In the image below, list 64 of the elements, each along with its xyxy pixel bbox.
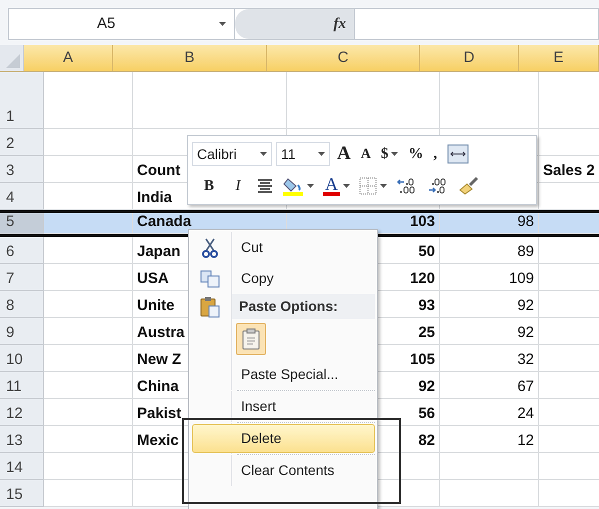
row-header[interactable]: 5	[0, 213, 44, 234]
table-cell	[539, 453, 599, 480]
borders-icon	[359, 177, 377, 195]
menu-item[interactable]: Clear Contents	[192, 456, 375, 485]
row-header[interactable]: 12	[0, 399, 44, 426]
table-cell	[539, 213, 599, 234]
table-cell	[539, 291, 599, 318]
align-center-icon	[257, 179, 273, 193]
table-cell	[539, 237, 599, 264]
menu-item[interactable]: Delete	[192, 424, 375, 453]
column-header[interactable]: E	[519, 45, 599, 71]
column-header[interactable]: A	[24, 45, 113, 71]
row-header[interactable]: 4	[0, 183, 44, 210]
table-cell	[539, 129, 599, 156]
clipboard-icon	[199, 296, 221, 318]
table-cell	[539, 426, 599, 453]
copy-icon	[200, 270, 220, 288]
row-header[interactable]: 14	[0, 453, 44, 480]
row-header[interactable]: 6	[0, 237, 44, 264]
table-cell: 89	[440, 237, 539, 264]
table-cell: 32	[440, 345, 539, 372]
table-cell: 12	[440, 426, 539, 453]
table-cell: 109	[440, 264, 539, 291]
font-size-dropdown[interactable]: 11	[276, 142, 330, 166]
row-header[interactable]: 7	[0, 264, 44, 291]
scissors-icon	[202, 238, 218, 258]
row-header[interactable]: 3	[0, 156, 44, 183]
format-button[interactable]: ,	[430, 142, 440, 166]
row-header[interactable]: 9	[0, 318, 44, 345]
table-cell: Sales 2	[539, 156, 599, 183]
table-cell: 98	[440, 213, 539, 234]
table-cell: 24	[440, 399, 539, 426]
font-color-button[interactable]: A	[320, 174, 353, 198]
wrap-text-icon	[447, 144, 470, 164]
row-header[interactable]: 11	[0, 372, 44, 399]
row-header[interactable]: 13	[0, 426, 44, 453]
table-cell	[539, 72, 599, 129]
table-cell	[539, 264, 599, 291]
table-cell	[539, 399, 599, 426]
table-cell	[539, 345, 599, 372]
row-header[interactable]: 8	[0, 291, 44, 318]
table-cell: 92	[440, 318, 539, 345]
clipboard-icon	[242, 328, 260, 350]
row-header[interactable]: 2	[0, 129, 44, 156]
row-header[interactable]: 1	[0, 72, 44, 129]
table-cell	[539, 372, 599, 399]
format-button[interactable]: %	[405, 142, 426, 166]
table-cell: 92	[440, 291, 539, 318]
paintbrush-icon	[458, 176, 480, 196]
format-button[interactable]: $	[378, 142, 402, 166]
column-header[interactable]: B	[113, 45, 267, 71]
row-header[interactable]: 10	[0, 345, 44, 372]
paint-bucket-icon	[282, 176, 304, 196]
column-header[interactable]: C	[267, 45, 420, 71]
table-cell	[539, 318, 599, 345]
column-header[interactable]: D	[420, 45, 519, 71]
menu-section-header: Paste Options:	[232, 294, 375, 319]
table-cell: 67	[440, 372, 539, 399]
grow-font-button[interactable]: A	[334, 142, 354, 166]
paste-button[interactable]	[236, 323, 266, 355]
row-header[interactable]: 15	[0, 480, 44, 507]
font-name-dropdown[interactable]: Calibri	[192, 142, 272, 166]
shrink-font-button[interactable]: A	[358, 142, 374, 166]
table-cell	[539, 183, 599, 210]
